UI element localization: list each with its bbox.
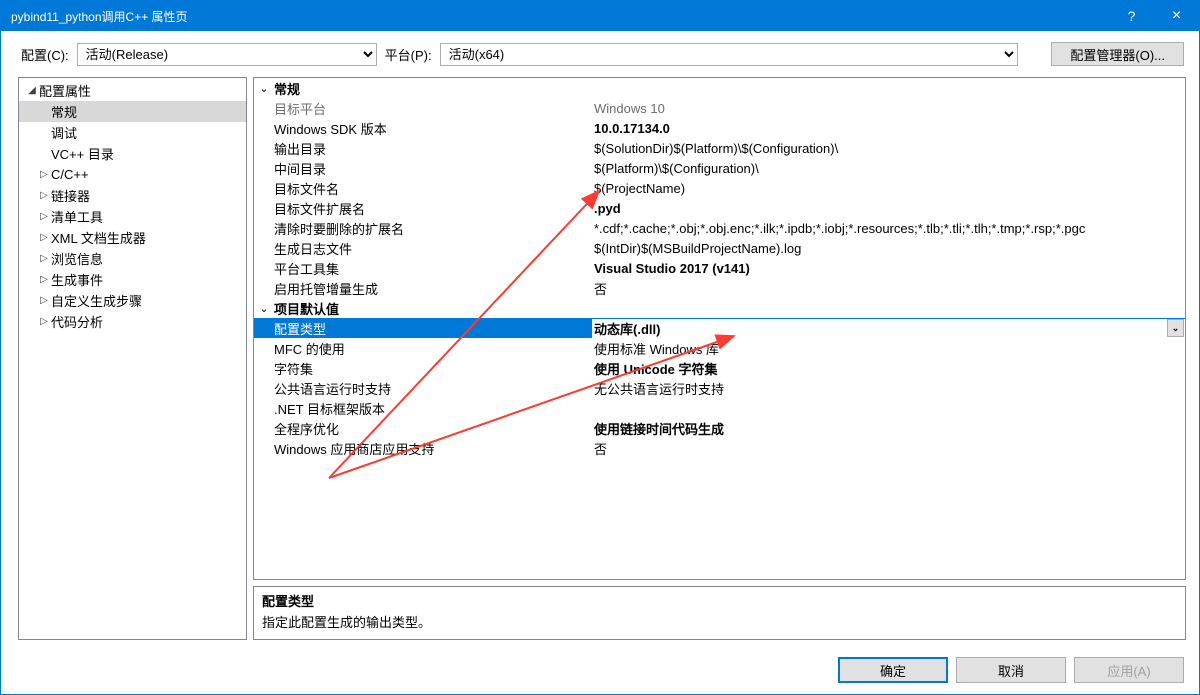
- config-label: 配置(C):: [21, 45, 69, 64]
- titlebar[interactable]: pybind11_python调用C++ 属性页 ? ×: [1, 1, 1199, 31]
- cancel-button[interactable]: 取消: [956, 657, 1066, 683]
- property-label: Windows SDK 版本: [254, 119, 592, 138]
- platform-label: 平台(P):: [385, 45, 432, 64]
- tree-item[interactable]: ▷生成事件: [19, 269, 246, 290]
- property-value[interactable]: 无公共语言运行时支持: [592, 379, 1185, 398]
- property-label: .NET 目标框架版本: [254, 399, 592, 418]
- expand-icon: ▷: [37, 295, 51, 306]
- tree-item[interactable]: 常规: [19, 101, 246, 122]
- tree-item[interactable]: ▷清单工具: [19, 206, 246, 227]
- description-heading: 配置类型: [262, 591, 1177, 610]
- tree-item[interactable]: ▷XML 文档生成器: [19, 227, 246, 248]
- property-row[interactable]: 启用托管增量生成否: [254, 278, 1185, 298]
- property-label: 启用托管增量生成: [254, 279, 592, 298]
- property-value[interactable]: 使用 Unicode 字符集: [592, 359, 1185, 378]
- property-row[interactable]: 字符集使用 Unicode 字符集: [254, 358, 1185, 378]
- property-row[interactable]: 平台工具集Visual Studio 2017 (v141): [254, 258, 1185, 278]
- property-value[interactable]: $(IntDir)$(MSBuildProjectName).log: [592, 241, 1185, 256]
- property-label: 目标文件扩展名: [254, 199, 592, 218]
- property-value[interactable]: $(ProjectName): [592, 181, 1185, 196]
- nav-tree[interactable]: ◢配置属性常规调试VC++ 目录▷C/C++▷链接器▷清单工具▷XML 文档生成…: [18, 77, 247, 640]
- apply-button[interactable]: 应用(A): [1074, 657, 1184, 683]
- tree-item[interactable]: 调试: [19, 122, 246, 143]
- property-value[interactable]: .pyd: [592, 201, 1185, 216]
- chevron-down-icon: ⌄: [254, 302, 274, 315]
- property-label: 全程序优化: [254, 419, 592, 438]
- right-pane: ⌄常规目标平台Windows 10Windows SDK 版本10.0.1713…: [253, 77, 1186, 640]
- property-label: 生成日志文件: [254, 239, 592, 258]
- property-row[interactable]: .NET 目标框架版本: [254, 398, 1185, 418]
- property-row[interactable]: 配置类型动态库(.dll)⌄: [254, 318, 1185, 338]
- property-grid[interactable]: ⌄常规目标平台Windows 10Windows SDK 版本10.0.1713…: [253, 77, 1186, 580]
- dialog-buttons: 确定 取消 应用(A): [1, 646, 1199, 694]
- property-row[interactable]: Windows 应用商店应用支持否: [254, 438, 1185, 458]
- property-value[interactable]: 动态库(.dll)⌄: [592, 319, 1185, 338]
- ok-button[interactable]: 确定: [838, 657, 948, 683]
- property-value[interactable]: Visual Studio 2017 (v141): [592, 261, 1185, 276]
- chevron-down-icon: ⌄: [254, 82, 274, 95]
- property-label: 中间目录: [254, 159, 592, 178]
- property-value[interactable]: 使用链接时间代码生成: [592, 419, 1185, 438]
- property-row[interactable]: 全程序优化使用链接时间代码生成: [254, 418, 1185, 438]
- property-row[interactable]: 输出目录$(SolutionDir)$(Platform)\$(Configur…: [254, 138, 1185, 158]
- property-value[interactable]: *.cdf;*.cache;*.obj;*.obj.enc;*.ilk;*.ip…: [592, 221, 1185, 236]
- property-value[interactable]: $(SolutionDir)$(Platform)\$(Configuratio…: [592, 141, 1185, 156]
- property-label: 清除时要删除的扩展名: [254, 219, 592, 238]
- tree-item[interactable]: ▷链接器: [19, 185, 246, 206]
- property-row[interactable]: 目标文件名$(ProjectName): [254, 178, 1185, 198]
- property-row[interactable]: 中间目录$(Platform)\$(Configuration)\: [254, 158, 1185, 178]
- expand-icon: ▷: [37, 253, 51, 264]
- property-row[interactable]: 生成日志文件$(IntDir)$(MSBuildProjectName).log: [254, 238, 1185, 258]
- property-value[interactable]: 10.0.17134.0: [592, 121, 1185, 136]
- dropdown-icon[interactable]: ⌄: [1167, 319, 1184, 337]
- property-label: 目标文件名: [254, 179, 592, 198]
- collapse-icon: ◢: [25, 85, 39, 96]
- property-pages-dialog: pybind11_python调用C++ 属性页 ? × 配置(C): 活动(R…: [0, 0, 1200, 695]
- expand-icon: ▷: [37, 169, 51, 180]
- configuration-select[interactable]: 活动(Release): [77, 43, 377, 66]
- help-icon[interactable]: ?: [1109, 1, 1154, 31]
- property-label: 配置类型: [254, 319, 592, 338]
- tree-item[interactable]: ▷代码分析: [19, 311, 246, 332]
- property-label: 目标平台: [254, 99, 592, 118]
- platform-select[interactable]: 活动(x64): [440, 43, 1018, 66]
- property-value[interactable]: 使用标准 Windows 库: [592, 339, 1185, 358]
- property-row[interactable]: 目标文件扩展名.pyd: [254, 198, 1185, 218]
- expand-icon: ▷: [37, 190, 51, 201]
- tree-item[interactable]: ▷自定义生成步骤: [19, 290, 246, 311]
- close-icon[interactable]: ×: [1154, 1, 1199, 31]
- property-label: MFC 的使用: [254, 339, 592, 358]
- tree-item[interactable]: ▷C/C++: [19, 164, 246, 185]
- property-row[interactable]: 公共语言运行时支持无公共语言运行时支持: [254, 378, 1185, 398]
- config-manager-button[interactable]: 配置管理器(O)...: [1051, 42, 1184, 66]
- property-value[interactable]: 否: [592, 439, 1185, 458]
- description-text: 指定此配置生成的输出类型。: [262, 612, 1177, 631]
- property-row[interactable]: 目标平台Windows 10: [254, 98, 1185, 118]
- property-value[interactable]: $(Platform)\$(Configuration)\: [592, 161, 1185, 176]
- tree-item[interactable]: VC++ 目录: [19, 143, 246, 164]
- property-label: 平台工具集: [254, 259, 592, 278]
- property-label: 输出目录: [254, 139, 592, 158]
- tree-root[interactable]: ◢配置属性: [19, 80, 246, 101]
- expand-icon: ▷: [37, 274, 51, 285]
- tree-item[interactable]: ▷浏览信息: [19, 248, 246, 269]
- expand-icon: ▷: [37, 316, 51, 327]
- property-group-header[interactable]: ⌄项目默认值: [254, 298, 1185, 318]
- property-label: 公共语言运行时支持: [254, 379, 592, 398]
- property-value[interactable]: 否: [592, 279, 1185, 298]
- window-title: pybind11_python调用C++ 属性页: [11, 8, 188, 25]
- description-panel: 配置类型 指定此配置生成的输出类型。: [253, 586, 1186, 640]
- content-area: ◢配置属性常规调试VC++ 目录▷C/C++▷链接器▷清单工具▷XML 文档生成…: [1, 77, 1199, 646]
- property-row[interactable]: MFC 的使用使用标准 Windows 库: [254, 338, 1185, 358]
- property-label: Windows 应用商店应用支持: [254, 439, 592, 458]
- property-group-header[interactable]: ⌄常规: [254, 78, 1185, 98]
- property-value[interactable]: Windows 10: [592, 101, 1185, 116]
- config-toolbar: 配置(C): 活动(Release) 平台(P): 活动(x64) 配置管理器(…: [1, 31, 1199, 77]
- property-row[interactable]: 清除时要删除的扩展名*.cdf;*.cache;*.obj;*.obj.enc;…: [254, 218, 1185, 238]
- property-label: 字符集: [254, 359, 592, 378]
- property-row[interactable]: Windows SDK 版本10.0.17134.0: [254, 118, 1185, 138]
- expand-icon: ▷: [37, 211, 51, 222]
- expand-icon: ▷: [37, 232, 51, 243]
